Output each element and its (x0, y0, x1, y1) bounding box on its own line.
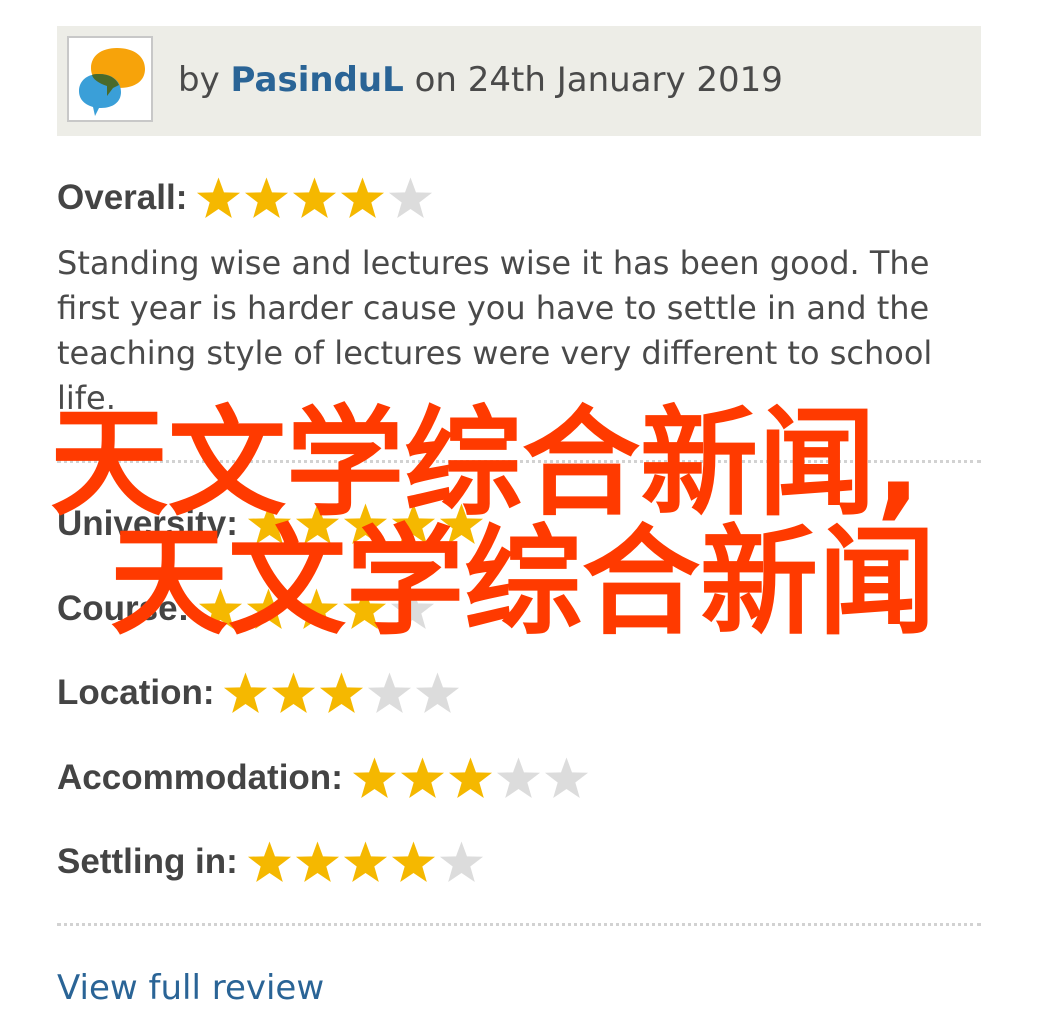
speech-bubbles-icon (79, 48, 145, 116)
review-text: Standing wise and lectures wise it has b… (57, 244, 933, 417)
star-empty-icon (544, 757, 588, 798)
star-filled-icon (247, 503, 291, 544)
star-filled-icon (295, 841, 339, 882)
star-filled-icon (295, 503, 339, 544)
rating-stars (351, 755, 591, 801)
star-empty-icon (416, 672, 460, 713)
star-filled-icon (391, 503, 435, 544)
star-filled-icon (199, 588, 243, 629)
rating-label: University: (57, 504, 238, 543)
rating-label: Settling in: (57, 842, 238, 881)
review-byline: by PasinduL on 24th January 2019 (178, 59, 783, 101)
star-filled-icon (247, 588, 291, 629)
view-full-review-link[interactable]: View full review (57, 964, 324, 1012)
star-filled-icon (295, 588, 339, 629)
overall-stars (195, 175, 435, 221)
star-filled-icon (320, 672, 364, 713)
star-filled-icon (341, 177, 385, 218)
star-empty-icon (389, 177, 433, 218)
divider (57, 460, 981, 463)
star-filled-icon (343, 588, 387, 629)
overall-label: Overall: (57, 178, 188, 217)
rating-row-settling-in: Settling in: (57, 837, 486, 887)
rating-label: Course: (57, 589, 190, 628)
author-link[interactable]: PasinduL (231, 60, 404, 100)
star-empty-icon (439, 841, 483, 882)
star-filled-icon (343, 503, 387, 544)
star-filled-icon (224, 672, 268, 713)
star-filled-icon (293, 177, 337, 218)
rating-row-course: Course: (57, 584, 437, 634)
rating-row-location: Location: (57, 668, 462, 718)
review-header: by PasinduL on 24th January 2019 (57, 26, 981, 136)
star-filled-icon (245, 177, 289, 218)
overall-rating-row: Overall: (57, 173, 435, 223)
avatar[interactable] (67, 36, 153, 122)
star-filled-icon (272, 672, 316, 713)
rating-label: Accommodation: (57, 758, 343, 797)
rating-stars (246, 839, 486, 885)
rating-stars (246, 501, 486, 547)
star-filled-icon (352, 757, 396, 798)
star-filled-icon (448, 757, 492, 798)
star-empty-icon (496, 757, 540, 798)
star-filled-icon (197, 177, 241, 218)
star-filled-icon (247, 841, 291, 882)
star-filled-icon (400, 757, 444, 798)
rating-label: Location: (57, 673, 215, 712)
rating-stars (222, 670, 462, 716)
star-filled-icon (391, 841, 435, 882)
divider (57, 923, 981, 926)
star-empty-icon (368, 672, 412, 713)
rating-stars (197, 586, 437, 632)
rating-row-university: University: (57, 499, 486, 549)
star-filled-icon (343, 841, 387, 882)
star-empty-icon (391, 588, 435, 629)
review-date: on 24th January 2019 (414, 60, 783, 100)
star-filled-icon (439, 503, 483, 544)
rating-row-accommodation: Accommodation: (57, 753, 591, 803)
by-prefix: by (178, 60, 220, 100)
